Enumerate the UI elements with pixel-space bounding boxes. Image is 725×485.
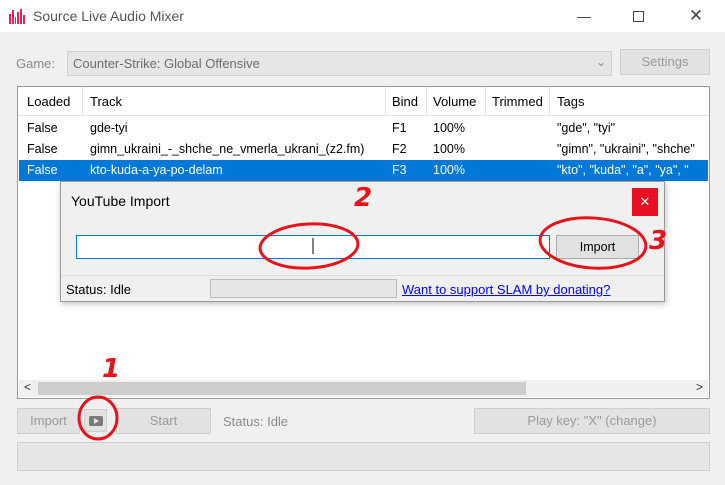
annotation-number-1: 1: [102, 354, 121, 384]
donate-link[interactable]: Want to support SLAM by donating?: [402, 282, 610, 297]
minimize-icon: —: [577, 8, 591, 24]
scroll-left-icon[interactable]: <: [24, 380, 31, 394]
horizontal-scrollbar[interactable]: < >: [19, 380, 708, 397]
settings-button[interactable]: Settings: [620, 49, 710, 75]
table-row[interactable]: False gimn_ukraini_-_shche_ne_vmerla_ukr…: [19, 139, 708, 160]
cell-tags: "gde", "tyi": [557, 121, 616, 135]
dialog-import-button[interactable]: Import: [556, 235, 639, 259]
cell-volume: 100%: [433, 121, 465, 135]
cell-bind: F2: [392, 142, 407, 156]
annotation-number-2: 2: [354, 183, 373, 213]
cell-track: gimn_ukraini_-_shche_ne_vmerla_ukrani_(z…: [90, 142, 365, 156]
track-list-header: Loaded Track Bind Volume Trimmed Tags: [18, 87, 709, 116]
close-icon: ✕: [688, 6, 704, 25]
status-text: Status: Idle: [223, 414, 289, 429]
cell-volume: 100%: [433, 142, 465, 156]
column-trimmed[interactable]: Trimmed: [492, 94, 543, 109]
youtube-url-input[interactable]: [76, 235, 550, 259]
close-window-button[interactable]: ✕: [673, 0, 719, 32]
cell-volume: 100%: [433, 163, 465, 177]
cell-bind: F1: [392, 121, 407, 135]
cell-track: gde-tyi: [90, 121, 128, 135]
column-track[interactable]: Track: [90, 94, 122, 109]
close-icon: ✕: [639, 194, 651, 209]
game-select[interactable]: Counter-Strike: Global Offensive ⌄: [67, 51, 612, 76]
dialog-status-bar: Status: Idle Want to support SLAM by don…: [61, 275, 664, 301]
play-key-button[interactable]: Play key: "X" (change): [474, 408, 710, 434]
annotation-number-3: 3: [649, 226, 668, 256]
cell-bind: F3: [392, 163, 407, 177]
column-bind[interactable]: Bind: [392, 94, 418, 109]
cell-track: kto-kuda-a-ya-po-delam: [90, 163, 223, 177]
column-volume[interactable]: Volume: [433, 94, 476, 109]
dialog-title: YouTube Import: [71, 193, 170, 209]
dialog-close-button[interactable]: ✕: [632, 188, 658, 216]
chevron-down-icon: ⌄: [595, 55, 606, 69]
progress-bar: [210, 279, 397, 298]
game-label: Game:: [16, 56, 56, 71]
table-row-selected[interactable]: False kto-kuda-a-ya-po-delam F3 100% "kt…: [19, 160, 708, 181]
app-logo-icon: [9, 8, 25, 24]
cell-loaded: False: [27, 121, 58, 135]
window-title: Source Live Audio Mixer: [33, 8, 184, 24]
maximize-icon: [632, 10, 644, 22]
cell-tags: "gimn", "ukraini", "shche": [557, 142, 695, 156]
title-bar: Source Live Audio Mixer — ✕: [0, 0, 725, 32]
cell-tags: "kto", "kuda", "a", "ya", ": [557, 163, 689, 177]
youtube-import-button[interactable]: [84, 409, 107, 432]
start-button[interactable]: Start: [116, 408, 211, 434]
column-tags[interactable]: Tags: [557, 94, 584, 109]
minimize-button[interactable]: —: [561, 0, 607, 32]
maximize-button[interactable]: [615, 0, 661, 32]
status-bar: [17, 442, 710, 471]
table-row[interactable]: False gde-tyi F1 100% "gde", "tyi": [19, 118, 708, 139]
cell-loaded: False: [27, 163, 58, 177]
column-loaded[interactable]: Loaded: [27, 94, 70, 109]
youtube-icon: [88, 415, 103, 426]
scroll-right-icon[interactable]: >: [696, 380, 703, 394]
cell-loaded: False: [27, 142, 58, 156]
game-select-value: Counter-Strike: Global Offensive: [73, 56, 260, 71]
import-button[interactable]: Import: [17, 408, 80, 434]
dialog-status-text: Status: Idle: [66, 282, 132, 297]
